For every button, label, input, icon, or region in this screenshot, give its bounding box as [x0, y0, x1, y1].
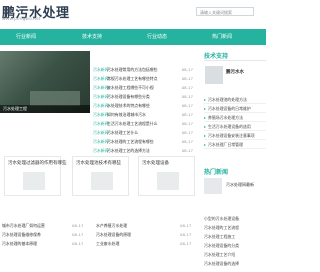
list-item[interactable]: 工业废水处理 [96, 240, 119, 248]
card-image[interactable] [91, 172, 113, 190]
side-thumbnail[interactable] [205, 66, 223, 84]
list-item[interactable]: 污水新闻 生活污水处理工艺流程是什么 08-17 [93, 120, 193, 127]
list-item-date: 08-17 [72, 223, 84, 228]
nav-item-industry-trends[interactable]: 行业动态 [137, 29, 177, 45]
list-item[interactable]: 污水新闻 污水处理常用的方法包括哪些 08-17 [93, 66, 193, 73]
nav-item-tech-support[interactable]: 技术支持 [72, 29, 112, 45]
list-item[interactable]: 污水处理工艺介绍 [204, 251, 266, 259]
list-item[interactable]: 污水新闻 水处理技术的特点有哪些 08-17 [93, 102, 193, 109]
banner-image[interactable] [0, 51, 90, 113]
banner-caption[interactable]: 污水处理工程 [0, 105, 90, 113]
list-item[interactable]: 水产养殖污水处理 [96, 222, 127, 230]
list-item[interactable]: 污水处理的基本原理 [2, 240, 37, 248]
list-item[interactable]: 污水处理的工艺流程 [204, 224, 266, 232]
list-item[interactable]: 污水新闻 废水处理工程哪些不可小视 08-17 [93, 84, 193, 91]
list-item[interactable]: 生活污水处理设备的选用 [204, 123, 266, 131]
article-card[interactable]: 污水处理池技术有哪些 [72, 156, 129, 196]
list-item[interactable]: 小型的污水处理设备 [204, 215, 266, 223]
site-url: www.pengwo.net [2, 17, 41, 22]
card-image[interactable] [23, 172, 45, 190]
main-nav: 行业新闻 技术支持 行业动态 热门新闻 [0, 29, 266, 45]
list-item-date: 08-17 [180, 232, 192, 237]
list-item[interactable]: 污水新闻 如何有效治理城市污水 08-17 [93, 111, 193, 118]
list-item[interactable]: 城市污水处理厂如何运营 [2, 222, 45, 230]
side-section-title: 技术支持 [204, 53, 229, 60]
hot-section-title: 热门新闻 [204, 169, 229, 176]
list-item[interactable]: 养殖场污水处理方法 [204, 114, 266, 122]
list-item-date: 08-17 [72, 232, 84, 237]
hot-thumb-title[interactable]: 污水处理网最新 [226, 182, 254, 188]
list-item[interactable]: 污水处理设备的分类 [204, 242, 266, 250]
list-item[interactable]: 污水新闻 污水处理工艺什么 08-17 [93, 129, 193, 136]
nav-item-hot-news[interactable]: 热门新闻 [202, 29, 242, 45]
list-item[interactable]: 污水处理设备的日常维护 [204, 105, 266, 113]
list-item[interactable]: 污水处理厂日常管理 [204, 141, 266, 149]
card-title[interactable]: 污水处理池技术有哪些 [76, 160, 121, 166]
list-item[interactable]: 污水处理设备维修保养 [2, 231, 41, 239]
list-item[interactable]: 污水处理设备安装注意事项 [204, 132, 266, 140]
list-item[interactable]: 污水处理设备的原理 [96, 231, 131, 239]
card-title[interactable]: 污水处理设备 [142, 160, 169, 166]
list-item-date: 08-17 [180, 241, 192, 246]
list-item-date: 08-17 [72, 241, 84, 246]
list-item[interactable]: 污水处理池的处理方法 [204, 96, 266, 104]
side-thumb-title[interactable]: 鹏污水水 [226, 69, 244, 75]
hot-thumbnail[interactable] [204, 178, 222, 194]
nav-item-industry-news[interactable]: 行业新闻 [6, 29, 46, 45]
list-item[interactable]: 污水新闻 污水处理的工艺流程有哪些 08-17 [93, 138, 193, 145]
list-item-date: 08-17 [180, 223, 192, 228]
list-item[interactable]: 污水处理设备的选择 [204, 260, 266, 268]
article-card[interactable]: 污水处理过滤器的作用有哪些 [4, 156, 67, 196]
divider [204, 60, 266, 61]
search-input[interactable]: 请输入关键词搜索 [196, 7, 254, 16]
list-item[interactable]: 污水处理工程施工 [204, 233, 266, 241]
card-image[interactable] [157, 172, 179, 190]
list-item[interactable]: 污水新闻 污水处理工艺的选择方法 08-17 [93, 147, 193, 154]
card-title[interactable]: 污水处理过滤器的作用有哪些 [8, 160, 67, 166]
article-card[interactable]: 污水处理设备 [138, 156, 195, 196]
list-item[interactable]: 污水新闻 常规污水处理工艺有哪些特点 08-17 [93, 75, 193, 82]
list-item[interactable]: 污水新闻 污水处理设备有哪些分类 08-17 [93, 93, 193, 100]
